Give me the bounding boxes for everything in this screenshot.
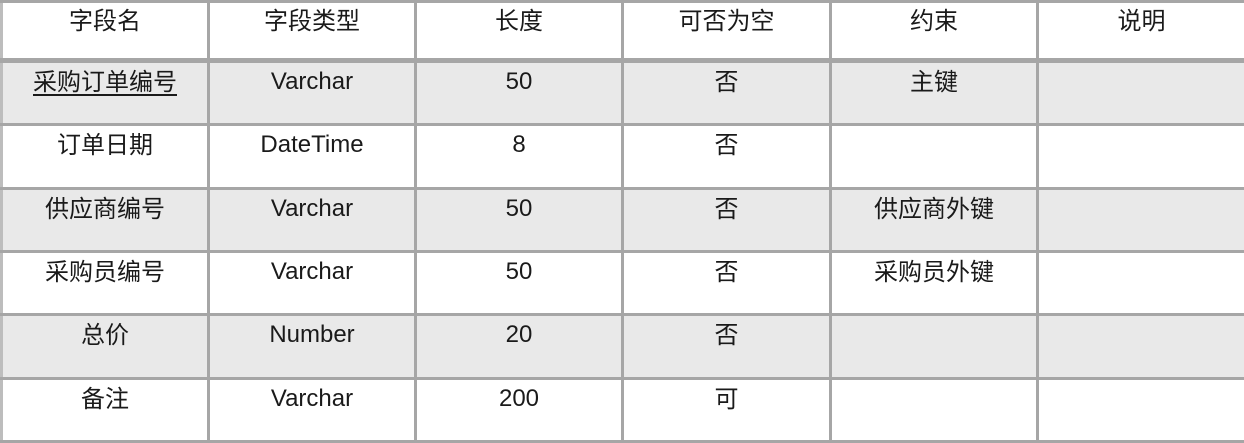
cell-nullable: 否 bbox=[621, 186, 832, 253]
cell-nullable: 否 bbox=[621, 58, 832, 127]
table-row: 总价 Number 20 否 bbox=[0, 313, 1244, 380]
primary-key-field-name: 采购订单编号 bbox=[33, 68, 177, 96]
cell-field-name: 采购订单编号 bbox=[0, 58, 210, 127]
cell-length: 200 bbox=[414, 376, 624, 443]
cell-constraint: 采购员外键 bbox=[829, 249, 1039, 317]
table-row: 订单日期 DateTime 8 否 bbox=[0, 123, 1244, 190]
cell-field-name: 供应商编号 bbox=[0, 186, 210, 253]
table-header: 字段名 字段类型 长度 可否为空 约束 说明 bbox=[0, 0, 1244, 63]
cell-description bbox=[1036, 249, 1244, 317]
cell-length: 50 bbox=[414, 249, 624, 317]
header-description: 说明 bbox=[1036, 0, 1244, 63]
cell-field-type: Varchar bbox=[207, 58, 417, 127]
cell-field-type: Varchar bbox=[207, 249, 417, 317]
cell-nullable: 否 bbox=[621, 249, 832, 317]
cell-field-type: DateTime bbox=[207, 123, 417, 190]
cell-field-name: 订单日期 bbox=[0, 123, 210, 190]
cell-nullable: 可 bbox=[621, 376, 832, 443]
table-row: 采购订单编号 Varchar 50 否 主键 bbox=[0, 58, 1244, 127]
cell-field-name: 备注 bbox=[0, 376, 210, 443]
table-body: 采购订单编号 Varchar 50 否 主键 订单日期 DateTime 8 否… bbox=[0, 58, 1244, 443]
cell-length: 20 bbox=[414, 313, 624, 380]
header-nullable: 可否为空 bbox=[621, 0, 832, 63]
cell-field-name: 采购员编号 bbox=[0, 249, 210, 317]
cell-constraint bbox=[829, 376, 1039, 443]
header-field-name: 字段名 bbox=[0, 0, 210, 63]
cell-field-type: Number bbox=[207, 313, 417, 380]
table-row: 采购员编号 Varchar 50 否 采购员外键 bbox=[0, 249, 1244, 317]
cell-field-name: 总价 bbox=[0, 313, 210, 380]
cell-description bbox=[1036, 313, 1244, 380]
cell-length: 50 bbox=[414, 58, 624, 127]
field-definition-table: 字段名 字段类型 长度 可否为空 约束 说明 采购订单编号 Varchar 50… bbox=[0, 0, 1244, 443]
cell-field-type: Varchar bbox=[207, 186, 417, 253]
cell-length: 8 bbox=[414, 123, 624, 190]
cell-description bbox=[1036, 123, 1244, 190]
cell-field-type: Varchar bbox=[207, 376, 417, 443]
cell-nullable: 否 bbox=[621, 123, 832, 190]
table-row: 供应商编号 Varchar 50 否 供应商外键 bbox=[0, 186, 1244, 253]
cell-length: 50 bbox=[414, 186, 624, 253]
cell-constraint: 供应商外键 bbox=[829, 186, 1039, 253]
cell-description bbox=[1036, 186, 1244, 253]
table-row: 备注 Varchar 200 可 bbox=[0, 376, 1244, 443]
cell-constraint bbox=[829, 313, 1039, 380]
header-length: 长度 bbox=[414, 0, 624, 63]
cell-nullable: 否 bbox=[621, 313, 832, 380]
cell-constraint: 主键 bbox=[829, 58, 1039, 127]
cell-constraint bbox=[829, 123, 1039, 190]
header-row: 字段名 字段类型 长度 可否为空 约束 说明 bbox=[0, 0, 1244, 63]
header-constraint: 约束 bbox=[829, 0, 1039, 63]
cell-description bbox=[1036, 58, 1244, 127]
cell-description bbox=[1036, 376, 1244, 443]
header-field-type: 字段类型 bbox=[207, 0, 417, 63]
